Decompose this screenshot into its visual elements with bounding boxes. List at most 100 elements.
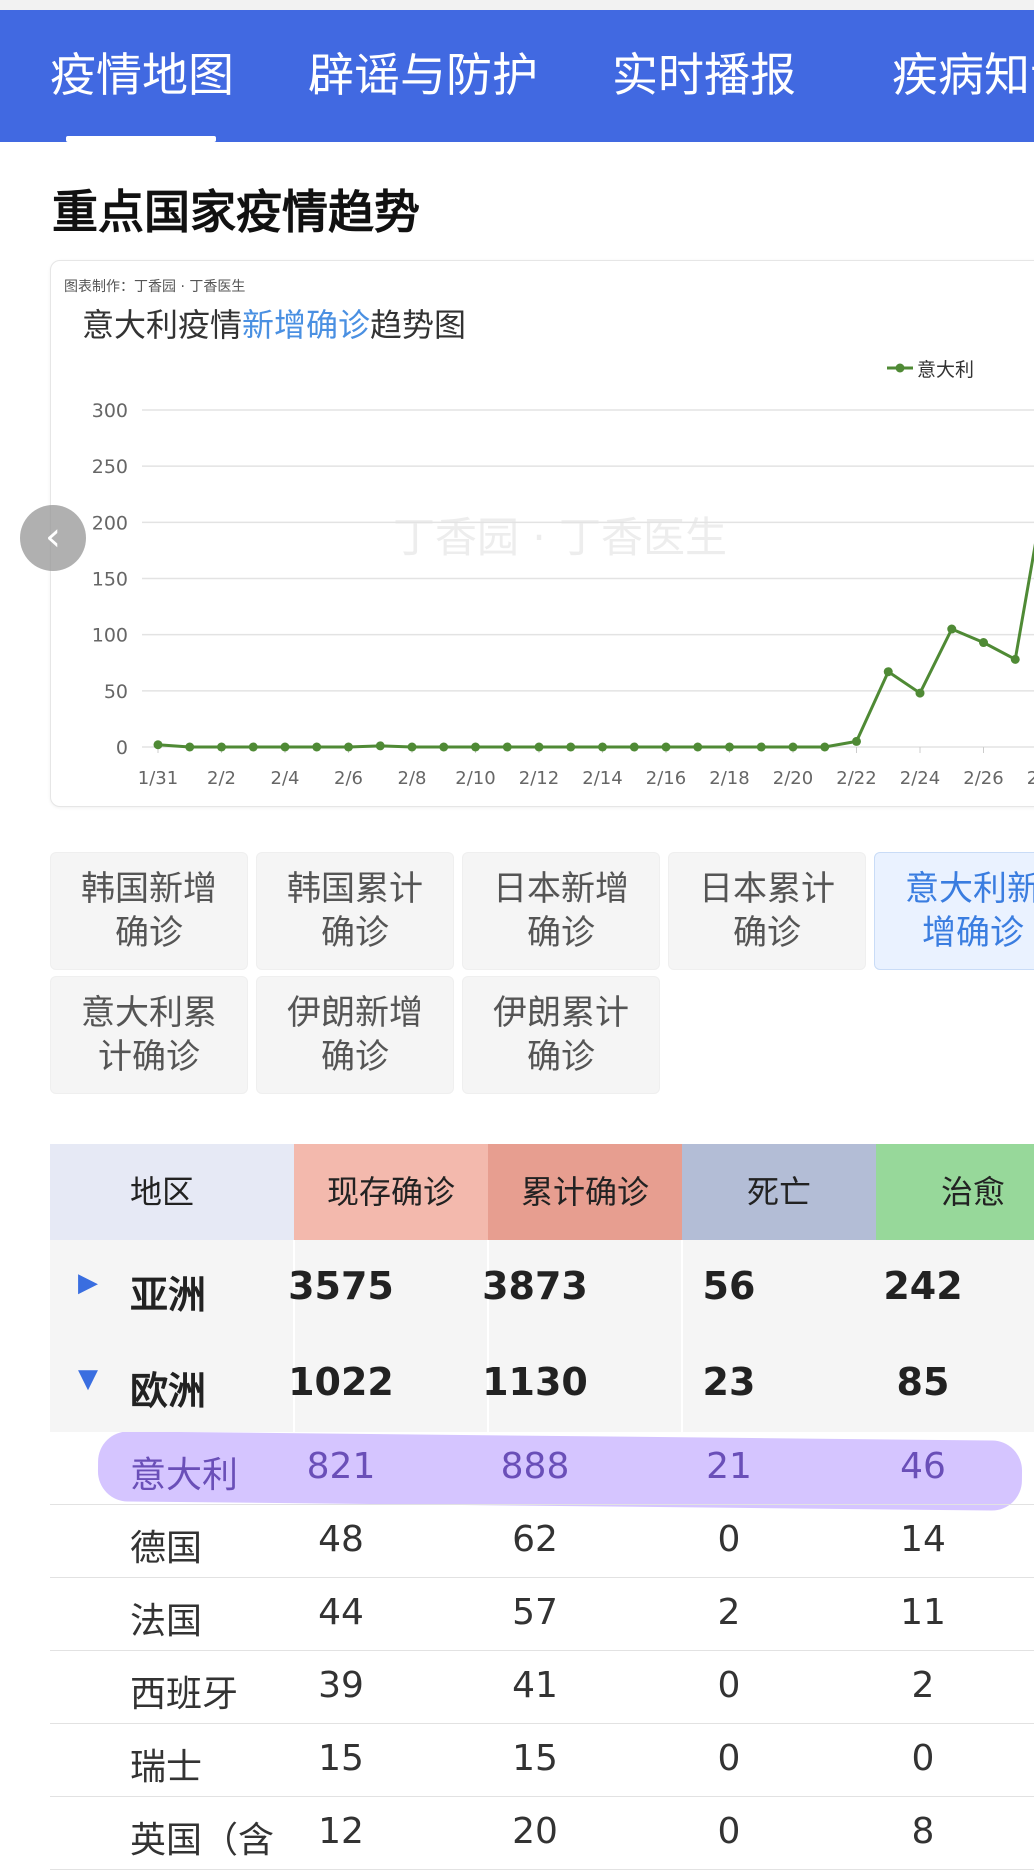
- continent-value: 56: [702, 1264, 756, 1308]
- table-header: 现存确诊: [294, 1144, 488, 1240]
- x-tick-label: 2/16: [646, 768, 686, 789]
- continent-value: 3575: [288, 1264, 394, 1308]
- caret-down-icon[interactable]: ▼: [78, 1364, 98, 1394]
- x-tick-label: 2/10: [455, 768, 495, 789]
- continent-value: 1130: [482, 1360, 588, 1404]
- y-tick-label: 150: [92, 569, 128, 591]
- data-point: [502, 742, 512, 752]
- chevron-left-icon[interactable]: ‹: [20, 505, 86, 571]
- continent-name: 亚洲: [130, 1273, 207, 1317]
- filter-button-label: 意大利累: [81, 993, 217, 1033]
- continent-value: 23: [702, 1360, 756, 1404]
- x-tick-label: 2/28: [1027, 768, 1034, 789]
- filter-button[interactable]: 韩国新增 确诊: [50, 852, 248, 970]
- x-tick-label: 2/20: [773, 768, 813, 789]
- filter-button-label: 确诊: [115, 913, 183, 953]
- data-point: [407, 742, 417, 752]
- table-header: 死亡: [682, 1144, 876, 1240]
- y-tick-label: 300: [92, 400, 128, 422]
- country-value: 41: [512, 1665, 558, 1706]
- filter-button[interactable]: 伊朗新增 确诊: [256, 976, 454, 1094]
- filter-button[interactable]: 意大利新 增确诊: [874, 852, 1034, 970]
- country-value: 8: [911, 1811, 935, 1852]
- table-header: 治愈: [876, 1144, 1034, 1240]
- filter-button[interactable]: 意大利累 计确诊: [50, 976, 248, 1094]
- data-point: [312, 742, 322, 752]
- data-point: [788, 742, 798, 752]
- filter-button-label: 计确诊: [98, 1037, 200, 1077]
- country-value: 0: [911, 1738, 935, 1779]
- filter-button-label: 意大利新: [905, 869, 1034, 909]
- line-chart: 丁香园 · 丁香医生 0 50 100 150 200 250 300 1/31 2/2 2/4 2/…: [92, 359, 1034, 789]
- x-tick-label: 1/31: [138, 768, 178, 789]
- data-point: [629, 742, 639, 752]
- country-value: 39: [318, 1665, 364, 1706]
- x-tick-label: 2/12: [519, 768, 559, 789]
- data-point: [1010, 654, 1020, 664]
- x-tick-label: 2/8: [398, 768, 427, 789]
- filter-button-label: 韩国新增: [81, 869, 217, 909]
- country-name[interactable]: 西班牙: [130, 1665, 238, 1717]
- continent-value: 242: [883, 1264, 963, 1308]
- filter-button[interactable]: 韩国累计 确诊: [256, 852, 454, 970]
- data-point: [756, 742, 766, 752]
- data-point: [820, 742, 830, 752]
- country-name[interactable]: 德国: [130, 1519, 202, 1571]
- country-value: 888: [500, 1446, 570, 1487]
- data-point: [375, 741, 385, 751]
- country-value: 2: [717, 1592, 741, 1633]
- data-point: [566, 742, 576, 752]
- row-divider: [50, 1796, 1034, 1797]
- country-value: 0: [717, 1665, 741, 1706]
- data-point: [852, 736, 861, 746]
- country-value: 11: [900, 1592, 946, 1633]
- country-value: 21: [706, 1446, 752, 1487]
- filter-button-label: 确诊: [733, 913, 801, 953]
- row-divider: [50, 1577, 1034, 1578]
- country-value: 15: [512, 1738, 558, 1779]
- country-value: 12: [318, 1811, 364, 1852]
- country-value: 62: [512, 1519, 558, 1560]
- filter-button[interactable]: 日本累计 确诊: [668, 852, 866, 970]
- continent-value: 3873: [482, 1264, 588, 1308]
- filter-button-label: 确诊: [321, 913, 389, 953]
- country-value: 14: [900, 1519, 946, 1560]
- table-header: 累计确诊: [488, 1144, 682, 1240]
- continent-name: 欧洲: [130, 1369, 207, 1413]
- country-name[interactable]: 瑞士: [130, 1738, 202, 1790]
- filter-button-label: 确诊: [527, 913, 595, 953]
- filter-button[interactable]: 日本新增 确诊: [462, 852, 660, 970]
- x-tick-label: 2/22: [836, 768, 876, 789]
- data-point: [471, 742, 480, 752]
- data-point: [153, 740, 163, 750]
- filter-button-label: 伊朗新增: [287, 993, 423, 1033]
- y-tick-label: 50: [104, 681, 128, 703]
- country-value: 20: [512, 1811, 558, 1852]
- continent-value: 1022: [288, 1360, 394, 1404]
- data-point: [661, 742, 671, 752]
- y-tick-label: 0: [116, 737, 128, 759]
- data-point: [185, 742, 195, 752]
- data-point: [439, 742, 449, 752]
- data-point: [344, 742, 353, 752]
- x-tick-label: 2/2: [207, 768, 236, 789]
- data-point: [947, 624, 957, 634]
- country-value: 0: [717, 1738, 741, 1779]
- country-value: 0: [717, 1519, 741, 1560]
- caret-right-icon[interactable]: ▶: [78, 1268, 98, 1298]
- filter-button[interactable]: 伊朗累计 确诊: [462, 976, 660, 1094]
- filter-button-label: 确诊: [527, 1037, 595, 1077]
- country-name[interactable]: 法国: [130, 1592, 202, 1644]
- legend-marker: [895, 363, 905, 373]
- country-name[interactable]: 意大利: [130, 1446, 238, 1498]
- data-point: [248, 742, 258, 752]
- data-point: [598, 742, 607, 752]
- row-divider: [50, 1723, 1034, 1724]
- data-point: [693, 742, 703, 752]
- row-divider: [50, 1650, 1034, 1651]
- data-point: [534, 742, 544, 752]
- country-value: 821: [306, 1446, 376, 1487]
- x-tick-label: 2/4: [271, 768, 300, 789]
- data-point: [883, 667, 893, 677]
- country-value: 46: [900, 1446, 946, 1487]
